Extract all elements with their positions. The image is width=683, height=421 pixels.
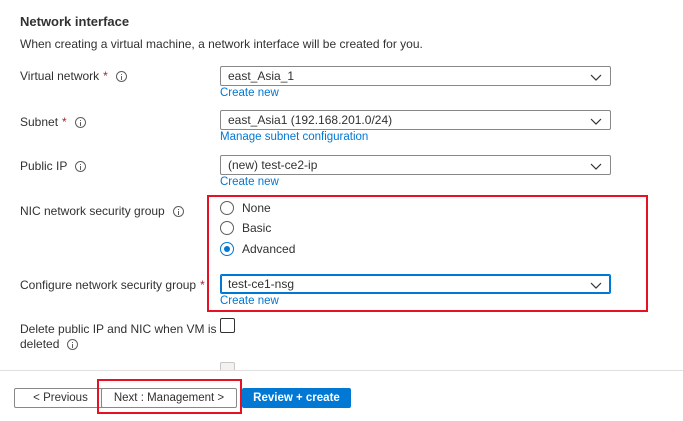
nic-nsg-label: NIC network security group [20, 204, 184, 218]
chevron-down-icon [590, 118, 602, 125]
create-new-virtual-network-link[interactable]: Create new [220, 87, 279, 99]
info-icon[interactable] [75, 160, 87, 172]
info-icon[interactable] [115, 70, 127, 82]
subnet-dropdown[interactable]: east_Asia1 (192.168.201.0/24) [220, 110, 611, 130]
radio-basic[interactable]: Basic [220, 221, 271, 235]
required-mark: * [103, 69, 108, 83]
create-new-nsg-link[interactable]: Create new [220, 295, 279, 307]
chevron-down-icon [590, 282, 602, 289]
info-icon[interactable] [74, 116, 86, 128]
info-icon[interactable] [172, 205, 184, 217]
radio-advanced[interactable]: Advanced [220, 242, 295, 256]
radio-circle[interactable] [220, 221, 234, 235]
create-new-public-ip-link[interactable]: Create new [220, 176, 279, 188]
next-management-button[interactable]: Next : Management > [101, 388, 237, 408]
virtual-network-dropdown[interactable]: east_Asia_1 [220, 66, 611, 86]
configure-nsg-dropdown[interactable]: test-ce1-nsg [220, 274, 611, 294]
section-title: Network interface [20, 14, 130, 29]
required-mark: * [200, 278, 205, 292]
previous-button[interactable]: < Previous [14, 388, 107, 408]
radio-circle[interactable] [220, 201, 234, 215]
section-description: When creating a virtual machine, a netwo… [20, 37, 423, 51]
subnet-label: Subnet * [20, 115, 86, 129]
radio-circle-checked[interactable] [220, 242, 234, 256]
configure-nsg-label: Configure network security group * [20, 278, 205, 292]
info-icon[interactable] [67, 339, 79, 350]
virtual-network-label: Virtual network * [20, 69, 127, 83]
manage-subnet-configuration-link[interactable]: Manage subnet configuration [220, 131, 368, 143]
chevron-down-icon [590, 74, 602, 81]
delete-public-ip-checkbox[interactable] [220, 318, 235, 333]
radio-none[interactable]: None [220, 201, 271, 215]
chevron-down-icon [590, 163, 602, 170]
delete-public-ip-label: Delete public IP and NIC when VM is dele… [20, 322, 217, 351]
public-ip-dropdown[interactable]: (new) test-ce2-ip [220, 155, 611, 175]
review-create-button[interactable]: Review + create [242, 388, 351, 408]
public-ip-label: Public IP [20, 159, 87, 173]
footer-bar: < Previous Next : Management > Review + … [0, 370, 683, 421]
required-mark: * [62, 115, 67, 129]
